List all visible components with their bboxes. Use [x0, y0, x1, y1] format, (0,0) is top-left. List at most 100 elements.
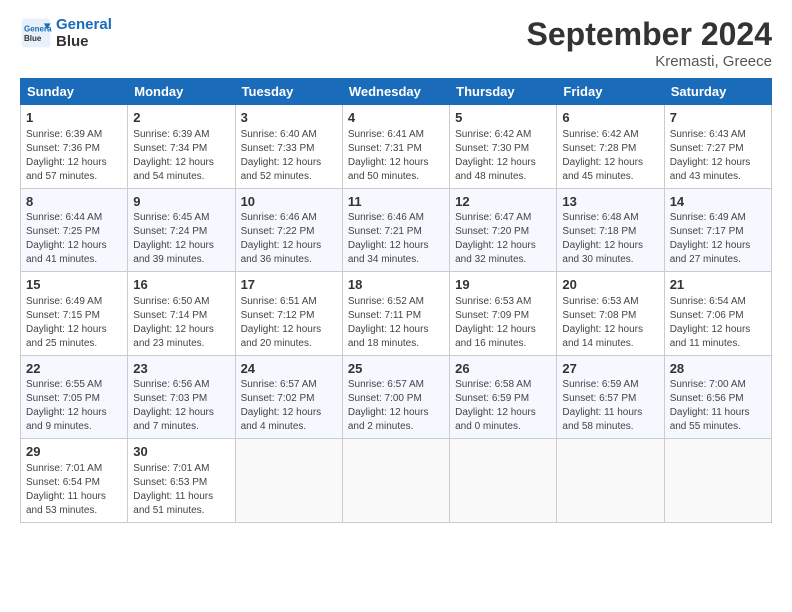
day-number: 26: [455, 360, 551, 378]
day-header-monday: Monday: [128, 79, 235, 105]
day-number: 8: [26, 193, 122, 211]
calendar-cell: 19Sunrise: 6:53 AM Sunset: 7:09 PM Dayli…: [450, 272, 557, 356]
day-info: Sunrise: 6:42 AM Sunset: 7:30 PM Dayligh…: [455, 128, 551, 184]
day-info: Sunrise: 6:48 AM Sunset: 7:18 PM Dayligh…: [562, 211, 658, 267]
day-info: Sunrise: 6:54 AM Sunset: 7:06 PM Dayligh…: [670, 295, 766, 351]
day-number: 5: [455, 109, 551, 127]
day-number: 13: [562, 193, 658, 211]
day-info: Sunrise: 6:44 AM Sunset: 7:25 PM Dayligh…: [26, 211, 122, 267]
day-number: 7: [670, 109, 766, 127]
day-info: Sunrise: 6:39 AM Sunset: 7:36 PM Dayligh…: [26, 128, 122, 184]
day-info: Sunrise: 6:56 AM Sunset: 7:03 PM Dayligh…: [133, 378, 229, 434]
day-number: 9: [133, 193, 229, 211]
day-info: Sunrise: 6:42 AM Sunset: 7:28 PM Dayligh…: [562, 128, 658, 184]
day-info: Sunrise: 6:43 AM Sunset: 7:27 PM Dayligh…: [670, 128, 766, 184]
calendar-cell: 15Sunrise: 6:49 AM Sunset: 7:15 PM Dayli…: [21, 272, 128, 356]
day-header-tuesday: Tuesday: [235, 79, 342, 105]
logo-icon: General Blue: [20, 17, 52, 49]
day-number: 21: [670, 276, 766, 294]
day-info: Sunrise: 6:51 AM Sunset: 7:12 PM Dayligh…: [241, 295, 337, 351]
day-number: 28: [670, 360, 766, 378]
calendar-cell: 2Sunrise: 6:39 AM Sunset: 7:34 PM Daylig…: [128, 105, 235, 189]
calendar-cell: 4Sunrise: 6:41 AM Sunset: 7:31 PM Daylig…: [342, 105, 449, 189]
header: General Blue General Blue September 2024…: [20, 16, 772, 70]
calendar-cell: 21Sunrise: 6:54 AM Sunset: 7:06 PM Dayli…: [664, 272, 771, 356]
day-number: 14: [670, 193, 766, 211]
calendar-cell: [664, 439, 771, 523]
day-header-thursday: Thursday: [450, 79, 557, 105]
day-info: Sunrise: 6:52 AM Sunset: 7:11 PM Dayligh…: [348, 295, 444, 351]
calendar-cell: 17Sunrise: 6:51 AM Sunset: 7:12 PM Dayli…: [235, 272, 342, 356]
calendar-cell: 16Sunrise: 6:50 AM Sunset: 7:14 PM Dayli…: [128, 272, 235, 356]
calendar-table: SundayMondayTuesdayWednesdayThursdayFrid…: [20, 78, 772, 523]
day-info: Sunrise: 6:40 AM Sunset: 7:33 PM Dayligh…: [241, 128, 337, 184]
title-block: September 2024 Kremasti, Greece: [527, 16, 772, 70]
logo: General Blue General Blue: [20, 16, 112, 50]
calendar-cell: 23Sunrise: 6:56 AM Sunset: 7:03 PM Dayli…: [128, 355, 235, 439]
calendar-cell: 13Sunrise: 6:48 AM Sunset: 7:18 PM Dayli…: [557, 188, 664, 272]
page-container: General Blue General Blue September 2024…: [0, 0, 792, 533]
calendar-cell: 9Sunrise: 6:45 AM Sunset: 7:24 PM Daylig…: [128, 188, 235, 272]
day-info: Sunrise: 6:50 AM Sunset: 7:14 PM Dayligh…: [133, 295, 229, 351]
calendar-cell: [235, 439, 342, 523]
calendar-header-row: SundayMondayTuesdayWednesdayThursdayFrid…: [21, 79, 772, 105]
logo-blue: Blue: [56, 33, 112, 50]
day-number: 29: [26, 443, 122, 461]
day-info: Sunrise: 6:49 AM Sunset: 7:17 PM Dayligh…: [670, 211, 766, 267]
day-number: 18: [348, 276, 444, 294]
day-info: Sunrise: 6:55 AM Sunset: 7:05 PM Dayligh…: [26, 378, 122, 434]
day-number: 4: [348, 109, 444, 127]
calendar-week-5: 29Sunrise: 7:01 AM Sunset: 6:54 PM Dayli…: [21, 439, 772, 523]
logo-general: General: [56, 16, 112, 33]
calendar-cell: 6Sunrise: 6:42 AM Sunset: 7:28 PM Daylig…: [557, 105, 664, 189]
svg-text:Blue: Blue: [24, 34, 42, 43]
day-number: 19: [455, 276, 551, 294]
day-info: Sunrise: 7:01 AM Sunset: 6:54 PM Dayligh…: [26, 462, 122, 518]
calendar-cell: 5Sunrise: 6:42 AM Sunset: 7:30 PM Daylig…: [450, 105, 557, 189]
day-info: Sunrise: 6:53 AM Sunset: 7:09 PM Dayligh…: [455, 295, 551, 351]
location-subtitle: Kremasti, Greece: [527, 53, 772, 70]
day-info: Sunrise: 6:57 AM Sunset: 7:02 PM Dayligh…: [241, 378, 337, 434]
calendar-cell: 25Sunrise: 6:57 AM Sunset: 7:00 PM Dayli…: [342, 355, 449, 439]
day-header-sunday: Sunday: [21, 79, 128, 105]
day-header-saturday: Saturday: [664, 79, 771, 105]
day-number: 1: [26, 109, 122, 127]
calendar-cell: 14Sunrise: 6:49 AM Sunset: 7:17 PM Dayli…: [664, 188, 771, 272]
day-number: 27: [562, 360, 658, 378]
calendar-cell: 28Sunrise: 7:00 AM Sunset: 6:56 PM Dayli…: [664, 355, 771, 439]
day-number: 3: [241, 109, 337, 127]
day-header-wednesday: Wednesday: [342, 79, 449, 105]
day-info: Sunrise: 6:46 AM Sunset: 7:22 PM Dayligh…: [241, 211, 337, 267]
day-number: 22: [26, 360, 122, 378]
day-number: 10: [241, 193, 337, 211]
day-header-friday: Friday: [557, 79, 664, 105]
calendar-cell: 1Sunrise: 6:39 AM Sunset: 7:36 PM Daylig…: [21, 105, 128, 189]
calendar-cell: 3Sunrise: 6:40 AM Sunset: 7:33 PM Daylig…: [235, 105, 342, 189]
day-number: 11: [348, 193, 444, 211]
month-title: September 2024: [527, 16, 772, 53]
day-info: Sunrise: 6:58 AM Sunset: 6:59 PM Dayligh…: [455, 378, 551, 434]
day-info: Sunrise: 6:57 AM Sunset: 7:00 PM Dayligh…: [348, 378, 444, 434]
day-info: Sunrise: 6:45 AM Sunset: 7:24 PM Dayligh…: [133, 211, 229, 267]
day-info: Sunrise: 7:00 AM Sunset: 6:56 PM Dayligh…: [670, 378, 766, 434]
day-info: Sunrise: 7:01 AM Sunset: 6:53 PM Dayligh…: [133, 462, 229, 518]
day-info: Sunrise: 6:46 AM Sunset: 7:21 PM Dayligh…: [348, 211, 444, 267]
day-number: 30: [133, 443, 229, 461]
calendar-cell: 26Sunrise: 6:58 AM Sunset: 6:59 PM Dayli…: [450, 355, 557, 439]
day-number: 23: [133, 360, 229, 378]
calendar-cell: 27Sunrise: 6:59 AM Sunset: 6:57 PM Dayli…: [557, 355, 664, 439]
day-number: 16: [133, 276, 229, 294]
day-info: Sunrise: 6:49 AM Sunset: 7:15 PM Dayligh…: [26, 295, 122, 351]
calendar-cell: [450, 439, 557, 523]
calendar-cell: 12Sunrise: 6:47 AM Sunset: 7:20 PM Dayli…: [450, 188, 557, 272]
day-number: 6: [562, 109, 658, 127]
calendar-week-2: 8Sunrise: 6:44 AM Sunset: 7:25 PM Daylig…: [21, 188, 772, 272]
calendar-week-4: 22Sunrise: 6:55 AM Sunset: 7:05 PM Dayli…: [21, 355, 772, 439]
calendar-cell: [557, 439, 664, 523]
day-number: 17: [241, 276, 337, 294]
calendar-cell: 8Sunrise: 6:44 AM Sunset: 7:25 PM Daylig…: [21, 188, 128, 272]
day-info: Sunrise: 6:47 AM Sunset: 7:20 PM Dayligh…: [455, 211, 551, 267]
day-info: Sunrise: 6:39 AM Sunset: 7:34 PM Dayligh…: [133, 128, 229, 184]
day-number: 2: [133, 109, 229, 127]
calendar-cell: 30Sunrise: 7:01 AM Sunset: 6:53 PM Dayli…: [128, 439, 235, 523]
